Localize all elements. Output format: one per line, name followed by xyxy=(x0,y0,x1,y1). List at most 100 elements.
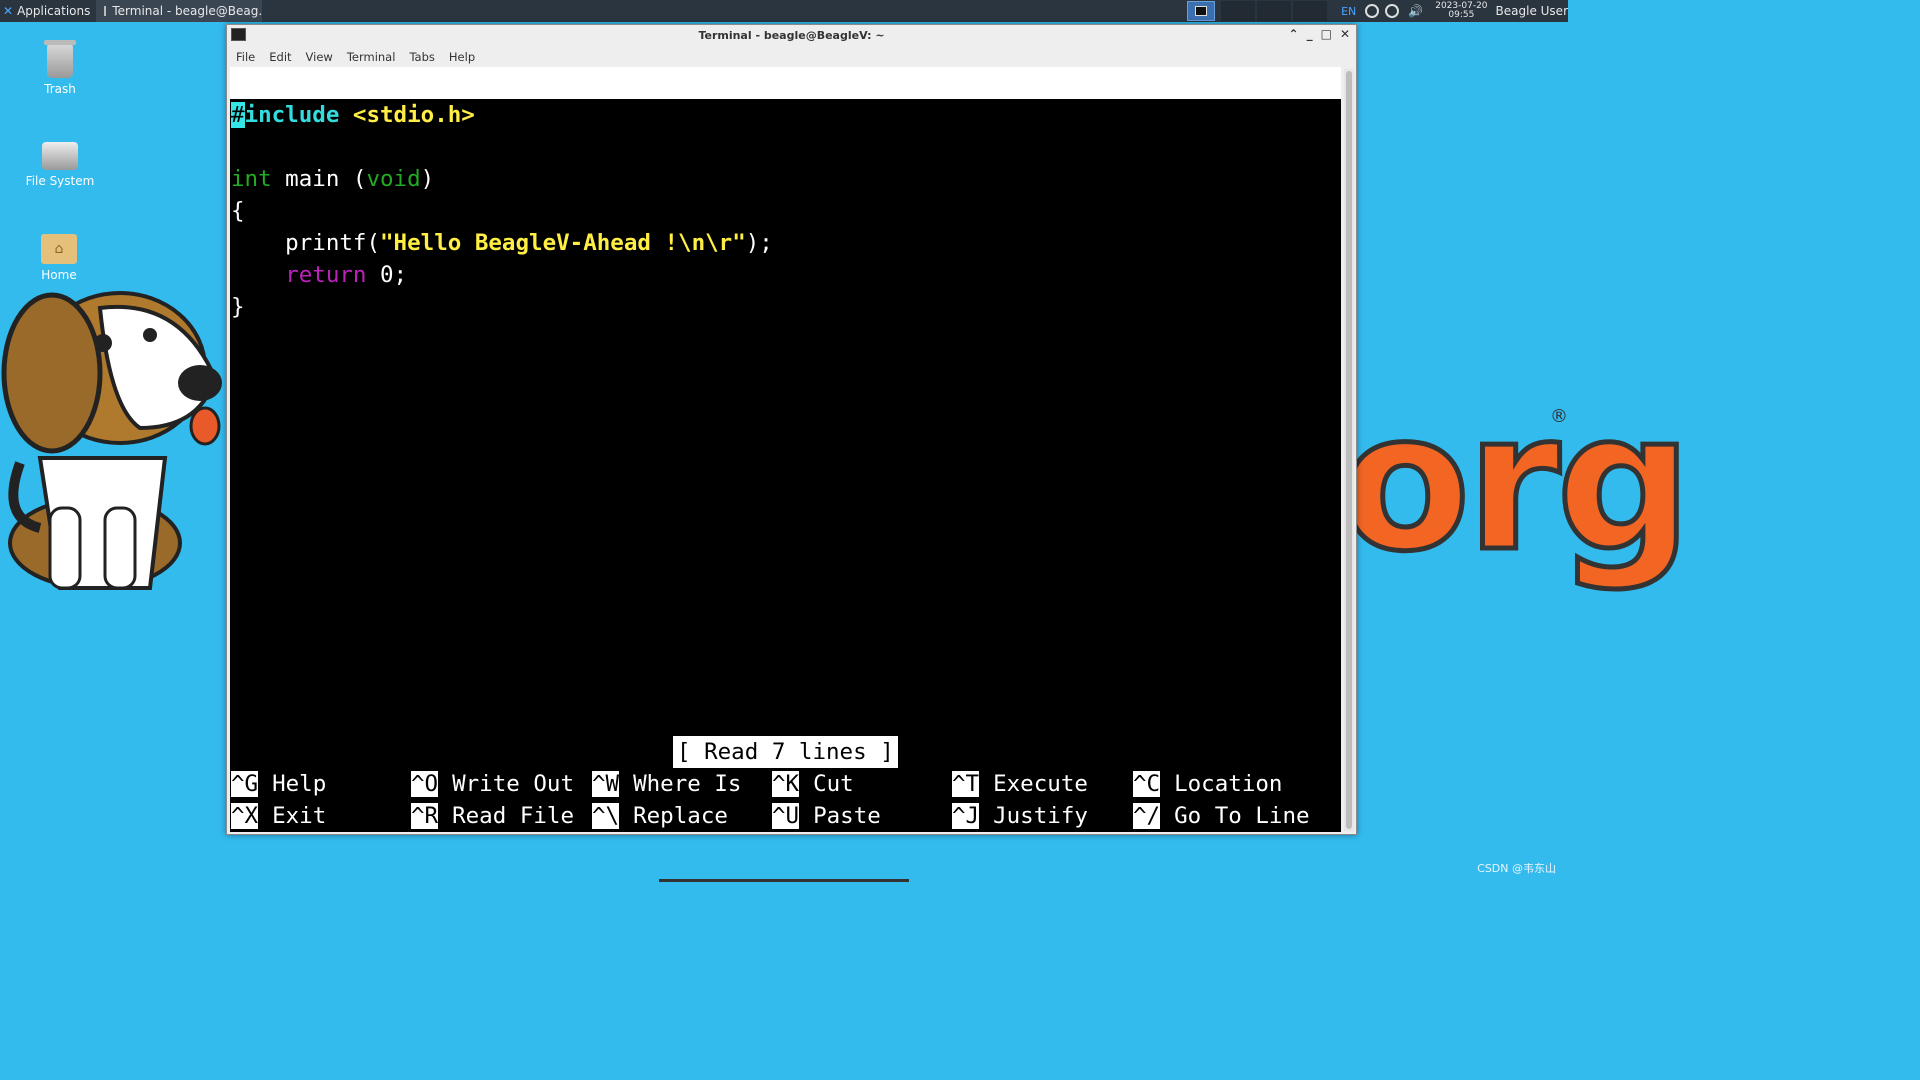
workspace-2-button[interactable] xyxy=(1221,1,1256,21)
menu-tabs[interactable]: Tabs xyxy=(409,50,434,64)
shortcut-go-to-line[interactable]: ^/ Go To Line xyxy=(1133,800,1310,832)
applications-menu[interactable]: ✕ Applications xyxy=(0,0,96,22)
shortcut-exit[interactable]: ^X Exit xyxy=(231,800,326,832)
shortcut-label: Location xyxy=(1174,771,1283,797)
shortcut-key: ^/ xyxy=(1133,803,1161,829)
beagle-mascot-image xyxy=(1,291,222,590)
window-titlebar[interactable]: Terminal - beagle@BeagleV: ~ ⌃ _ □ ✕ xyxy=(227,25,1356,47)
desktop-icon-label: Trash xyxy=(44,82,76,96)
shade-button[interactable]: ⌃ xyxy=(1289,27,1299,41)
menu-file[interactable]: File xyxy=(236,50,255,64)
clock-time: 09:55 xyxy=(1448,10,1475,20)
shortcut-key: ^\ xyxy=(592,803,620,829)
terminal-area[interactable]: GNU nano 7.2 hello.c #include <stdio.h> … xyxy=(230,67,1341,832)
shortcut-label: Exit xyxy=(272,803,327,829)
menu-view[interactable]: View xyxy=(306,50,333,64)
home-folder-icon: ⌂ xyxy=(41,234,77,264)
network-icon-2[interactable] xyxy=(1385,4,1400,18)
terminal-icon xyxy=(1195,6,1208,16)
shortcut-help[interactable]: ^G Help xyxy=(231,768,326,800)
shortcut-where-is[interactable]: ^W Where Is xyxy=(592,768,741,800)
code-line-3[interactable]: int main (void) xyxy=(231,163,434,195)
code-token: ); xyxy=(745,230,773,256)
desktop-icon-label: Home xyxy=(41,268,77,282)
minimize-button[interactable]: _ xyxy=(1307,27,1313,41)
nano-header: GNU nano 7.2 hello.c xyxy=(230,67,1341,160)
code-token: "Hello BeagleV-Ahead !\n\r" xyxy=(380,230,746,256)
shortcut-replace[interactable]: ^\ Replace xyxy=(592,800,728,832)
shortcut-label: Cut xyxy=(813,771,854,797)
shortcut-label: Write Out xyxy=(452,771,575,797)
window-controls: ⌃ _ □ ✕ xyxy=(1289,27,1350,41)
shortcut-key: ^G xyxy=(231,771,259,797)
watermark: CSDN @韦东山 xyxy=(1477,862,1556,875)
terminal-icon xyxy=(104,6,107,16)
workspace-4-button[interactable] xyxy=(1293,1,1328,21)
desktop-icon-filesystem[interactable]: File System xyxy=(10,142,110,188)
shortcut-label: Replace xyxy=(633,803,728,829)
shortcut-read-file[interactable]: ^R Read File xyxy=(411,800,574,832)
terminal-window[interactable]: Terminal - beagle@BeagleV: ~ ⌃ _ □ ✕ Fil… xyxy=(226,24,1357,835)
code-line-4[interactable]: { xyxy=(231,195,245,227)
code-line-5[interactable]: printf("Hello BeagleV-Ahead !\n\r"); xyxy=(231,227,773,259)
nano-status-message: [ Read 7 lines ] xyxy=(673,736,898,768)
menu-help[interactable]: Help xyxy=(449,50,475,64)
shortcut-label: Execute xyxy=(993,771,1088,797)
bottom-dock-edge xyxy=(659,879,909,882)
shortcut-key: ^K xyxy=(772,771,800,797)
registered-mark-icon: ® xyxy=(1550,406,1568,427)
desktop-icon-home[interactable]: ⌂ Home xyxy=(9,234,109,282)
text-cursor: # xyxy=(231,102,245,128)
taskbar-terminal-button[interactable]: Terminal - beagle@Beag... xyxy=(96,0,263,22)
scrollbar-thumb[interactable] xyxy=(1346,71,1352,829)
drive-icon xyxy=(42,142,78,170)
code-line-1[interactable]: #include <stdio.h> xyxy=(231,99,475,131)
shortcut-paste[interactable]: ^U Paste xyxy=(772,800,881,832)
shortcut-key: ^U xyxy=(772,803,800,829)
network-icon[interactable] xyxy=(1365,4,1380,18)
close-button[interactable]: ✕ xyxy=(1340,27,1350,41)
shortcut-cut[interactable]: ^K Cut xyxy=(772,768,854,800)
user-menu[interactable]: Beagle User xyxy=(1496,4,1568,18)
shortcut-label: Justify xyxy=(993,803,1088,829)
shortcut-key: ^T xyxy=(952,771,980,797)
code-token: 0; xyxy=(366,262,408,288)
code-line-6[interactable]: return 0; xyxy=(231,259,407,291)
nano-filename: hello.c xyxy=(771,134,866,160)
shortcut-label: Go To Line xyxy=(1174,803,1310,829)
wallpaper-logo-text: org xyxy=(1337,370,1694,596)
code-token: int xyxy=(231,166,272,192)
code-token: <stdio.h> xyxy=(352,102,475,128)
shortcut-key: ^W xyxy=(592,771,620,797)
maximize-button[interactable]: □ xyxy=(1321,27,1332,41)
code-token: ) xyxy=(420,166,435,192)
terminal-scrollbar[interactable] xyxy=(1344,69,1354,831)
taskbar-terminal-label: Terminal - beagle@Beag... xyxy=(112,4,263,18)
shortcut-location[interactable]: ^C Location xyxy=(1133,768,1282,800)
workspace-3-button[interactable] xyxy=(1257,1,1292,21)
clock[interactable]: 2023-07-20 09:55 xyxy=(1435,2,1487,20)
shortcut-key: ^O xyxy=(411,771,439,797)
shortcut-label: Help xyxy=(272,771,327,797)
shortcut-write-out[interactable]: ^O Write Out xyxy=(411,768,574,800)
code-line-7[interactable]: } xyxy=(231,291,245,323)
shortcut-justify[interactable]: ^J Justify xyxy=(952,800,1088,832)
volume-icon[interactable]: 🔊 xyxy=(1408,4,1423,18)
menu-edit[interactable]: Edit xyxy=(269,50,291,64)
shortcut-key: ^R xyxy=(411,803,439,829)
trash-icon xyxy=(44,40,76,78)
workspace-1-button[interactable] xyxy=(1187,1,1216,21)
shortcut-execute[interactable]: ^T Execute xyxy=(952,768,1088,800)
shortcut-label: Paste xyxy=(813,803,881,829)
shortcut-label: Read File xyxy=(452,803,575,829)
keyboard-layout-indicator[interactable]: EN xyxy=(1341,5,1356,18)
menu-terminal[interactable]: Terminal xyxy=(347,50,396,64)
code-token: printf( xyxy=(231,230,381,256)
shortcut-key: ^C xyxy=(1133,771,1161,797)
desktop-icon-trash[interactable]: Trash xyxy=(10,40,110,96)
code-token: main ( xyxy=(271,166,367,192)
window-title: Terminal - beagle@BeagleV: ~ xyxy=(698,29,885,42)
desktop-icon-label: File System xyxy=(25,174,95,188)
shortcut-label: Where Is xyxy=(633,771,742,797)
